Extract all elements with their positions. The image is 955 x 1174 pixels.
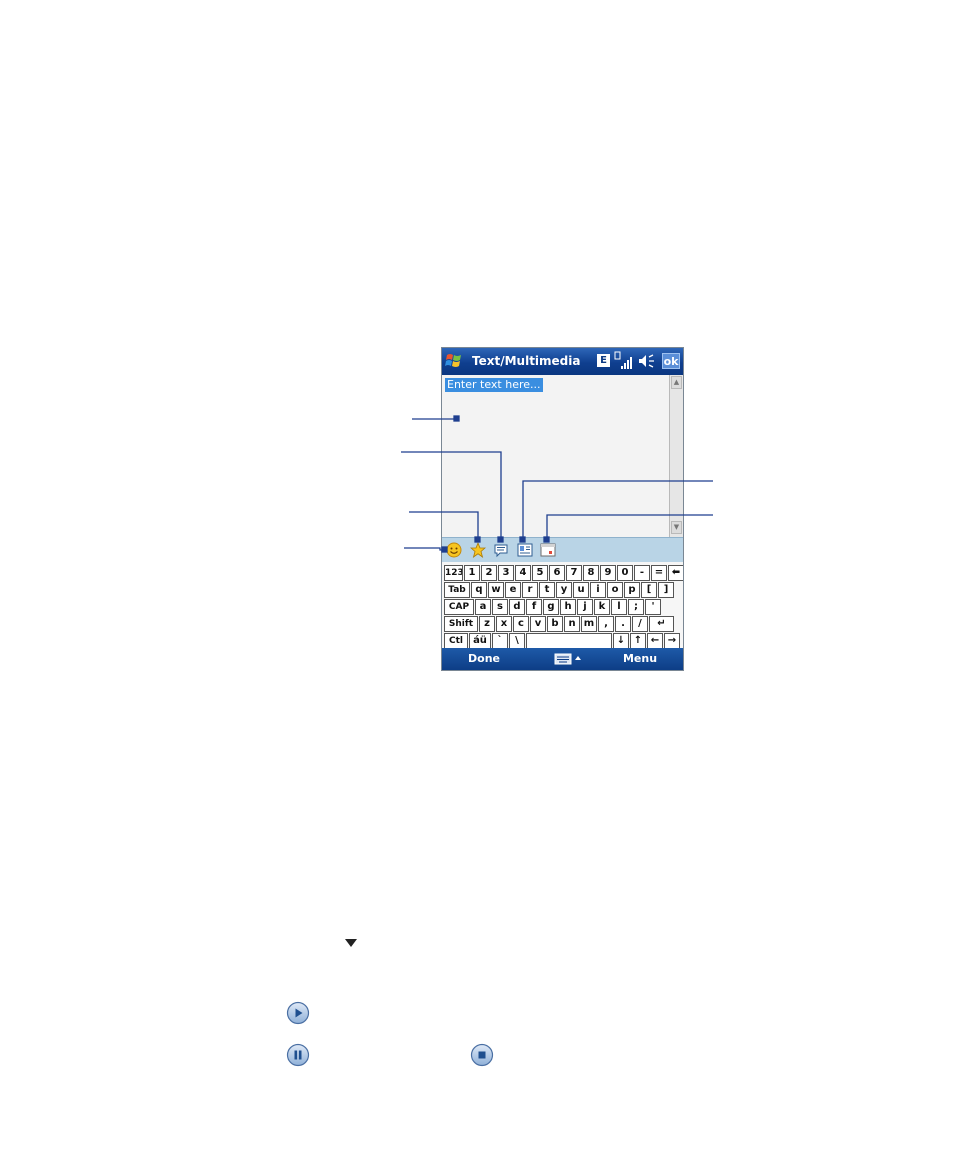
- keyboard-key[interactable]: m: [581, 616, 597, 632]
- keyboard-key[interactable]: h: [560, 599, 576, 615]
- keyboard-key[interactable]: ,: [598, 616, 614, 632]
- keyboard-key[interactable]: =: [651, 565, 667, 581]
- keyboard-key[interactable]: 3: [498, 565, 514, 581]
- text-scrollbar[interactable]: ▲ ▼: [669, 375, 683, 537]
- insert-toolbar: [442, 537, 683, 562]
- keyboard-key[interactable]: 2: [481, 565, 497, 581]
- keyboard-key[interactable]: t: [539, 582, 555, 598]
- keyboard-key[interactable]: 4: [515, 565, 531, 581]
- play-button-icon: [286, 1001, 310, 1025]
- keyboard-key[interactable]: 7: [566, 565, 582, 581]
- keyboard-key[interactable]: \: [509, 633, 525, 649]
- keyboard-key[interactable]: Shift: [444, 616, 478, 632]
- keyboard-key[interactable]: CAP: [444, 599, 474, 615]
- keyboard-key[interactable]: k: [594, 599, 610, 615]
- keyboard-key[interactable]: `: [492, 633, 508, 649]
- contact-card-icon[interactable]: [517, 542, 533, 558]
- keyboard-key[interactable]: n: [564, 616, 580, 632]
- message-placeholder: Enter text here...: [445, 378, 543, 392]
- keyboard-key[interactable]: v: [530, 616, 546, 632]
- window-title: Text/Multimedia: [472, 354, 581, 368]
- keyboard-key[interactable]: [: [641, 582, 657, 598]
- keyboard-key[interactable]: /: [632, 616, 648, 632]
- key-space[interactable]: [526, 633, 612, 649]
- keyboard-key[interactable]: y: [556, 582, 572, 598]
- keyboard-key[interactable]: 1: [464, 565, 480, 581]
- done-button[interactable]: Done: [454, 652, 514, 665]
- keyboard-key[interactable]: b: [547, 616, 563, 632]
- keyboard-key[interactable]: d: [509, 599, 525, 615]
- keyboard-key[interactable]: .: [615, 616, 631, 632]
- keyboard-key[interactable]: w: [488, 582, 504, 598]
- device-screen: Text/Multimedia E ok Enter text here... …: [441, 347, 684, 671]
- soft-keyboard: 123 1 2 3 4 5 6 7 8 9 0- = ⬅ Tab q w e r t y u i o p[] CAP a s d f g h…: [442, 562, 683, 649]
- keyboard-key[interactable]: 5: [532, 565, 548, 581]
- keyboard-key[interactable]: ↓: [613, 633, 629, 649]
- keyboard-key[interactable]: ↑: [630, 633, 646, 649]
- keyboard-key[interactable]: z: [479, 616, 495, 632]
- keyboard-key[interactable]: j: [577, 599, 593, 615]
- keyboard-key[interactable]: g: [543, 599, 559, 615]
- keyboard-key[interactable]: 0: [617, 565, 633, 581]
- volume-icon[interactable]: [638, 354, 656, 368]
- keyboard-key[interactable]: ⬅: [668, 565, 683, 581]
- keyboard-key[interactable]: u: [573, 582, 589, 598]
- keyboard-key[interactable]: -: [634, 565, 650, 581]
- keyboard-key[interactable]: r: [522, 582, 538, 598]
- keyboard-key[interactable]: 9: [600, 565, 616, 581]
- keyboard-key[interactable]: 123: [444, 565, 463, 581]
- keyboard-key[interactable]: ': [645, 599, 661, 615]
- title-bar: Text/Multimedia E ok: [442, 348, 683, 375]
- signal-strength-icon: [614, 351, 632, 369]
- keyboard-key[interactable]: 8: [583, 565, 599, 581]
- pause-button-icon: [286, 1043, 310, 1067]
- calendar-icon[interactable]: [540, 542, 556, 558]
- keyboard-key[interactable]: l: [611, 599, 627, 615]
- keyboard-key[interactable]: 6: [549, 565, 565, 581]
- scroll-down-icon[interactable]: ▼: [671, 521, 682, 534]
- windows-start-icon[interactable]: [445, 352, 463, 370]
- keyboard-key[interactable]: ←: [647, 633, 663, 649]
- ok-button[interactable]: ok: [662, 353, 680, 369]
- keyboard-key[interactable]: áü: [469, 633, 491, 649]
- keyboard-key[interactable]: ↵: [649, 616, 674, 632]
- keyboard-key[interactable]: c: [513, 616, 529, 632]
- keyboard-input-selector-icon[interactable]: [554, 652, 586, 666]
- soft-key-bar: Done Menu: [442, 648, 683, 670]
- dropdown-arrow-icon: [345, 939, 357, 947]
- keyboard-key[interactable]: e: [505, 582, 521, 598]
- keyboard-key[interactable]: q: [471, 582, 487, 598]
- scroll-up-icon[interactable]: ▲: [671, 376, 682, 389]
- menu-button[interactable]: Menu: [610, 652, 670, 665]
- keyboard-key[interactable]: ]: [658, 582, 674, 598]
- keyboard-key[interactable]: s: [492, 599, 508, 615]
- emoticon-icon[interactable]: [446, 542, 462, 558]
- text-template-icon[interactable]: [493, 542, 509, 558]
- keyboard-key[interactable]: a: [475, 599, 491, 615]
- keyboard-key[interactable]: i: [590, 582, 606, 598]
- stop-button-icon: [470, 1043, 494, 1067]
- keyboard-key[interactable]: o: [607, 582, 623, 598]
- keyboard-key[interactable]: Tab: [444, 582, 470, 598]
- keyboard-key[interactable]: x: [496, 616, 512, 632]
- keyboard-key[interactable]: Ctl: [444, 633, 468, 649]
- star-icon[interactable]: [470, 542, 486, 558]
- keyboard-key[interactable]: ;: [628, 599, 644, 615]
- keyboard-key[interactable]: →: [664, 633, 680, 649]
- message-text-area[interactable]: Enter text here...: [442, 375, 669, 537]
- keyboard-key[interactable]: p: [624, 582, 640, 598]
- edge-network-icon: E: [597, 354, 610, 367]
- keyboard-key[interactable]: f: [526, 599, 542, 615]
